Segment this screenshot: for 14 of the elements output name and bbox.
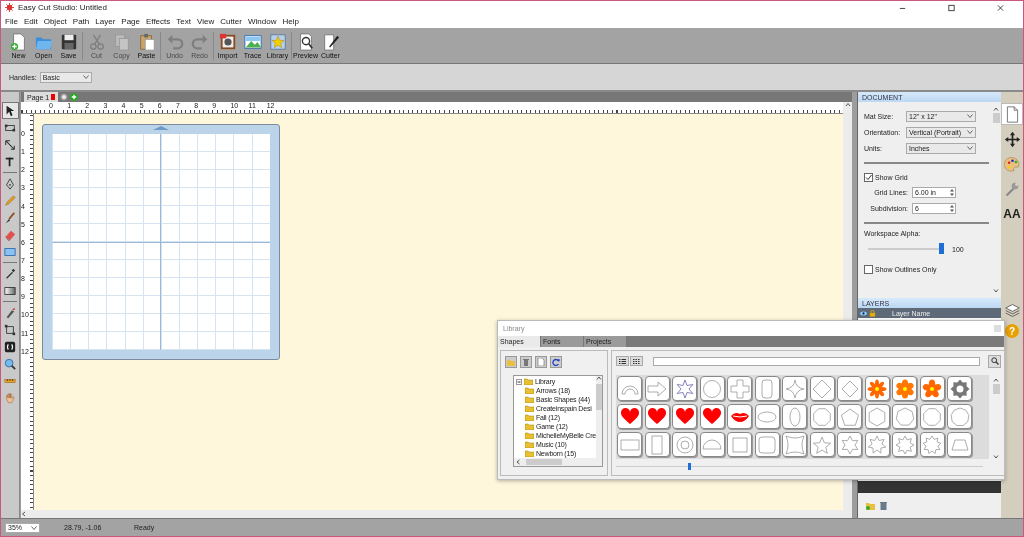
text-panel-button[interactable]: AA <box>1001 203 1023 225</box>
menu-item[interactable]: Object <box>40 16 70 26</box>
menu-item[interactable]: Edit <box>20 16 41 26</box>
menu-item[interactable]: Help <box>279 16 302 26</box>
menu-item[interactable]: Path <box>69 16 93 26</box>
menu-item[interactable]: View <box>193 16 218 26</box>
menu-item[interactable]: File <box>2 16 21 26</box>
menu-item[interactable]: Text <box>173 16 194 26</box>
window-title: Easy Cut Studio: Untitled <box>18 3 108 12</box>
menu-item[interactable]: Cutter <box>217 16 245 26</box>
menu-item[interactable]: Window <box>244 16 280 26</box>
menu-item[interactable]: Layer <box>92 16 119 26</box>
menu-item[interactable]: Page <box>118 16 143 26</box>
menu-item[interactable]: Effects <box>143 16 174 26</box>
